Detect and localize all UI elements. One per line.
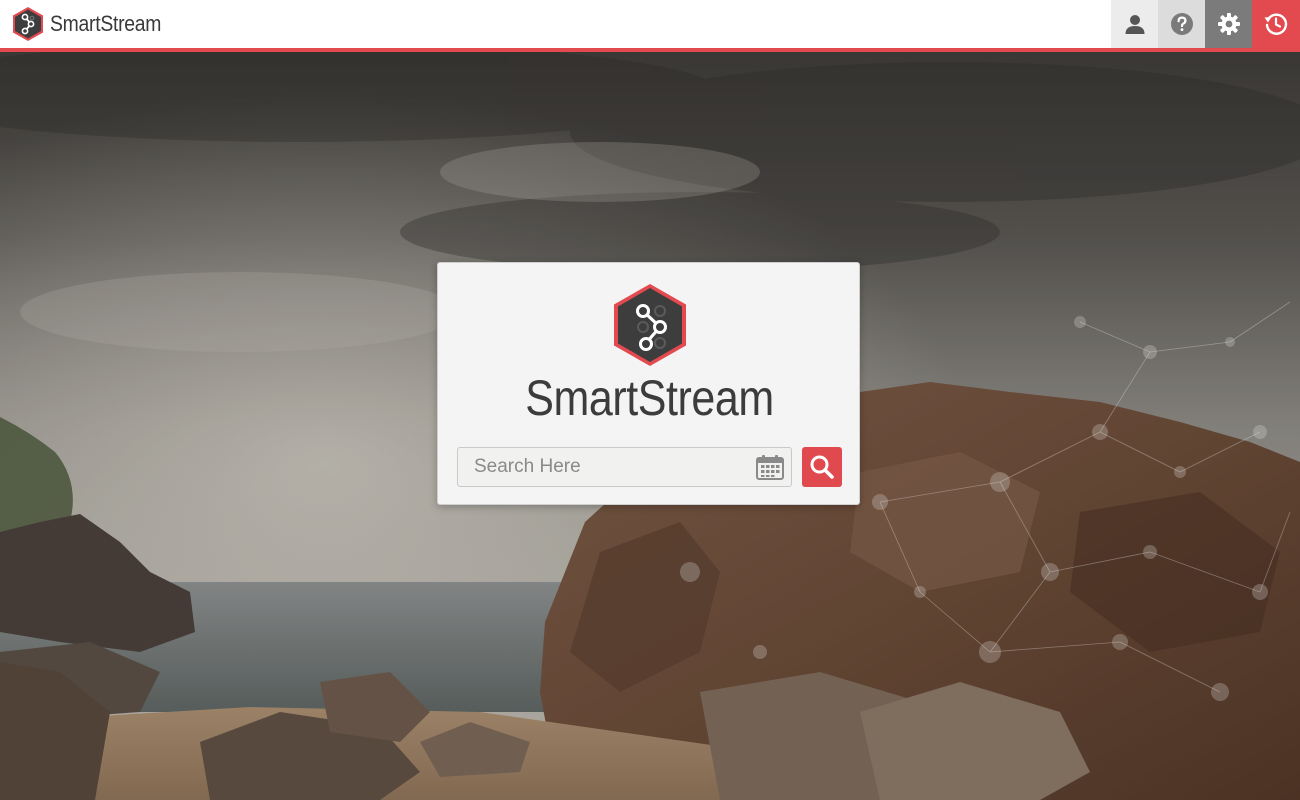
app-name: SmartStream	[50, 11, 162, 36]
top-bar: SmartStream	[0, 0, 1300, 52]
search-button[interactable]	[802, 447, 842, 487]
search-input[interactable]	[458, 448, 764, 486]
help-button[interactable]	[1158, 0, 1205, 48]
calendar-icon[interactable]	[756, 454, 784, 480]
help-icon	[1170, 13, 1193, 35]
search-box	[457, 447, 792, 487]
smartstream-logo-icon	[614, 284, 686, 366]
user-button[interactable]	[1111, 0, 1158, 48]
gear-icon	[1217, 13, 1240, 35]
user-icon	[1125, 15, 1144, 34]
history-button[interactable]	[1252, 0, 1300, 48]
brand[interactable]: SmartStream	[11, 6, 176, 42]
settings-button[interactable]	[1205, 0, 1252, 48]
history-icon	[1264, 13, 1288, 35]
smartstream-logo-icon	[13, 7, 43, 41]
search-card: SmartStream	[437, 262, 860, 505]
card-title: SmartStream	[525, 370, 774, 426]
search-icon	[810, 455, 834, 479]
